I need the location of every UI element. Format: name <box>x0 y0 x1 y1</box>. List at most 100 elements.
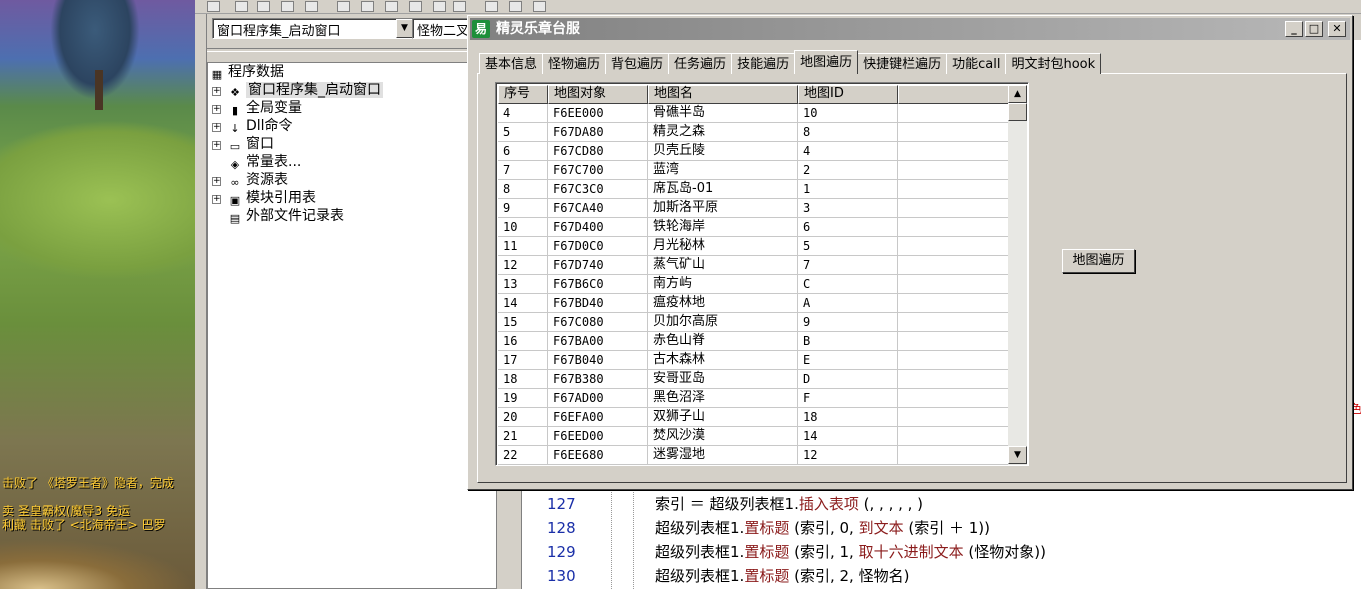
table-row[interactable]: 16 F67BA00 赤色山脊 B <box>498 332 1010 351</box>
cell-map-object: F6EED00 <box>548 427 648 446</box>
tree-item-dll-commands[interactable]: ↓ Dll命令 <box>228 117 292 135</box>
table-row[interactable]: 20 F6EFA00 双狮子山 18 <box>498 408 1010 427</box>
table-row[interactable]: 22 F6EE680 迷雾湿地 12 <box>498 446 1010 465</box>
toolbar-icon[interactable] <box>385 1 398 12</box>
tree-item-window-set[interactable]: ❖ 窗口程序集_启动窗口 <box>228 81 383 99</box>
column-header-map-id[interactable]: 地图ID <box>798 85 898 104</box>
table-row[interactable]: 17 F67B040 古木森林 E <box>498 351 1010 370</box>
toolbar-icon[interactable] <box>433 1 446 12</box>
code-editor[interactable]: 127 索引 ＝ 超级列表框1.插入表项 (, , , , , ) 128 超级… <box>497 490 1361 589</box>
cell-map-name: 黑色沼泽 <box>648 389 798 408</box>
toolbar-icon[interactable] <box>281 1 294 12</box>
cell-map-id: 4 <box>798 142 898 161</box>
tree-item-global-vars[interactable]: ▮ 全局变量 <box>228 99 302 117</box>
code-line[interactable]: 127 索引 ＝ 超级列表框1.插入表项 (, , , , , ) <box>497 492 1361 516</box>
table-row[interactable]: 21 F6EED00 焚风沙漠 14 <box>498 427 1010 446</box>
table-row[interactable]: 10 F67D400 铁轮海岸 6 <box>498 218 1010 237</box>
map-list-table[interactable]: 序号 地图对象 地图名 地图ID 4 F6EE000 骨礁半岛 10 5 F67DA80 精… <box>495 82 1029 466</box>
tree-item-modules[interactable]: ▣ 模块引用表 <box>228 189 316 207</box>
tree-item-program-data[interactable]: ▦ 程序数据 <box>210 63 284 81</box>
cell-map-name: 古木森林 <box>648 351 798 370</box>
cell-map-name: 蒸气矿山 <box>648 256 798 275</box>
toolbar-icon[interactable] <box>305 1 318 12</box>
tree-item-constants[interactable]: ◈ 常量表... <box>228 153 302 171</box>
toolbar-icon[interactable] <box>361 1 374 12</box>
program-set-select[interactable]: 窗口程序集_启动窗口 ▼ <box>212 18 414 39</box>
tab-hotkey-list[interactable]: 快捷键栏遍历 <box>857 53 948 74</box>
toolbar-icon[interactable] <box>485 1 498 12</box>
code-line[interactable]: 128 超级列表框1.置标题 (索引, 0, 到文本 (索引 ＋ 1)) <box>497 516 1361 540</box>
chevron-down-icon[interactable]: ▼ <box>396 19 413 38</box>
cell-map-id: 14 <box>798 427 898 446</box>
tree-item-resources[interactable]: ∞ 资源表 <box>228 171 288 189</box>
cell-map-object: F67C3C0 <box>548 180 648 199</box>
table-row[interactable]: 15 F67C080 贝加尔高原 9 <box>498 313 1010 332</box>
scroll-down-icon[interactable]: ▼ <box>1008 446 1027 464</box>
cell-map-name: 瘟疫林地 <box>648 294 798 313</box>
tab-monster-list[interactable]: 怪物遍历 <box>542 53 607 74</box>
table-row[interactable]: 14 F67BD40 瘟疫林地 A <box>498 294 1010 313</box>
cell-empty <box>898 408 1010 427</box>
toolbar-icon[interactable] <box>409 1 422 12</box>
tab-skill-list[interactable]: 技能遍历 <box>731 53 796 74</box>
toolbar-icon[interactable] <box>337 1 350 12</box>
map-traverse-button[interactable]: 地图遍历 <box>1062 249 1135 273</box>
column-header-map-name[interactable]: 地图名 <box>648 85 798 104</box>
cell-map-id: E <box>798 351 898 370</box>
table-row[interactable]: 18 F67B380 安哥亚岛 D <box>498 370 1010 389</box>
expand-icon[interactable]: + <box>212 123 221 132</box>
tree-item-external-files[interactable]: ▤ 外部文件记录表 <box>228 207 344 225</box>
column-header-map-object[interactable]: 地图对象 <box>548 85 648 104</box>
vertical-scrollbar[interactable]: ▲ ▼ <box>1008 85 1027 465</box>
expand-icon[interactable]: + <box>212 87 221 96</box>
table-row[interactable]: 11 F67D0C0 月光秘林 5 <box>498 237 1010 256</box>
toolbar-icon[interactable] <box>533 1 546 12</box>
cell-empty <box>898 389 1010 408</box>
column-header-empty <box>898 85 1010 104</box>
table-row[interactable]: 12 F67D740 蒸气矿山 7 <box>498 256 1010 275</box>
panel-splitter[interactable] <box>207 44 487 62</box>
cell-empty <box>898 237 1010 256</box>
cell-empty <box>898 313 1010 332</box>
code-line[interactable]: 129 超级列表框1.置标题 (索引, 1, 取十六进制文本 (怪物对象)) <box>497 540 1361 564</box>
tab-map-list[interactable]: 地图遍历 <box>794 50 859 74</box>
table-row[interactable]: 19 F67AD00 黑色沼泽 F <box>498 389 1010 408</box>
expand-icon[interactable]: + <box>212 105 221 114</box>
toolbar-icon[interactable] <box>257 1 270 12</box>
toolbar-icon[interactable] <box>235 1 248 12</box>
expand-icon[interactable]: + <box>212 195 221 204</box>
cell-map-object: F6EE000 <box>548 104 648 123</box>
expand-icon[interactable]: + <box>212 177 221 186</box>
tab-basic-info[interactable]: 基本信息 <box>479 53 544 74</box>
cell-index: 12 <box>498 256 548 275</box>
column-header-index[interactable]: 序号 <box>498 85 548 104</box>
tab-bag-list[interactable]: 背包遍历 <box>605 53 670 74</box>
ide-toolbar <box>195 0 1361 14</box>
table-row[interactable]: 7 F67C700 蓝湾 2 <box>498 161 1010 180</box>
minimize-button[interactable]: _ <box>1285 21 1303 37</box>
table-row[interactable]: 8 F67C3C0 席瓦岛-01 1 <box>498 180 1010 199</box>
expand-icon[interactable]: + <box>212 141 221 150</box>
scroll-up-icon[interactable]: ▲ <box>1008 85 1027 103</box>
table-row[interactable]: 5 F67DA80 精灵之森 8 <box>498 123 1010 142</box>
tab-task-list[interactable]: 任务遍历 <box>668 53 733 74</box>
maximize-button[interactable]: □ <box>1305 21 1323 37</box>
cell-index: 7 <box>498 161 548 180</box>
table-row[interactable]: 9 F67CA40 加斯洛平原 3 <box>498 199 1010 218</box>
cell-map-object: F6EFA00 <box>548 408 648 427</box>
toolbar-icon[interactable] <box>453 1 466 12</box>
scroll-thumb[interactable] <box>1008 103 1027 121</box>
table-row[interactable]: 4 F6EE000 骨礁半岛 10 <box>498 104 1010 123</box>
table-row[interactable]: 6 F67CD80 贝壳丘陵 4 <box>498 142 1010 161</box>
close-button[interactable]: ✕ <box>1328 21 1346 37</box>
title-bar[interactable]: 易 精灵乐章台服 _ □ ✕ <box>470 18 1350 40</box>
cell-map-object: F67D0C0 <box>548 237 648 256</box>
cell-map-id: 1 <box>798 180 898 199</box>
tab-function-call[interactable]: 功能call <box>946 53 1007 74</box>
tree-item-window[interactable]: ▭ 窗口 <box>228 135 274 153</box>
table-row[interactable]: 13 F67B6C0 南方屿 C <box>498 275 1010 294</box>
toolbar-icon[interactable] <box>207 1 220 12</box>
code-line[interactable]: 130 超级列表框1.置标题 (索引, 2, 怪物名) <box>497 564 1361 588</box>
toolbar-icon[interactable] <box>509 1 522 12</box>
tab-packet-hook[interactable]: 明文封包hook <box>1005 53 1102 74</box>
